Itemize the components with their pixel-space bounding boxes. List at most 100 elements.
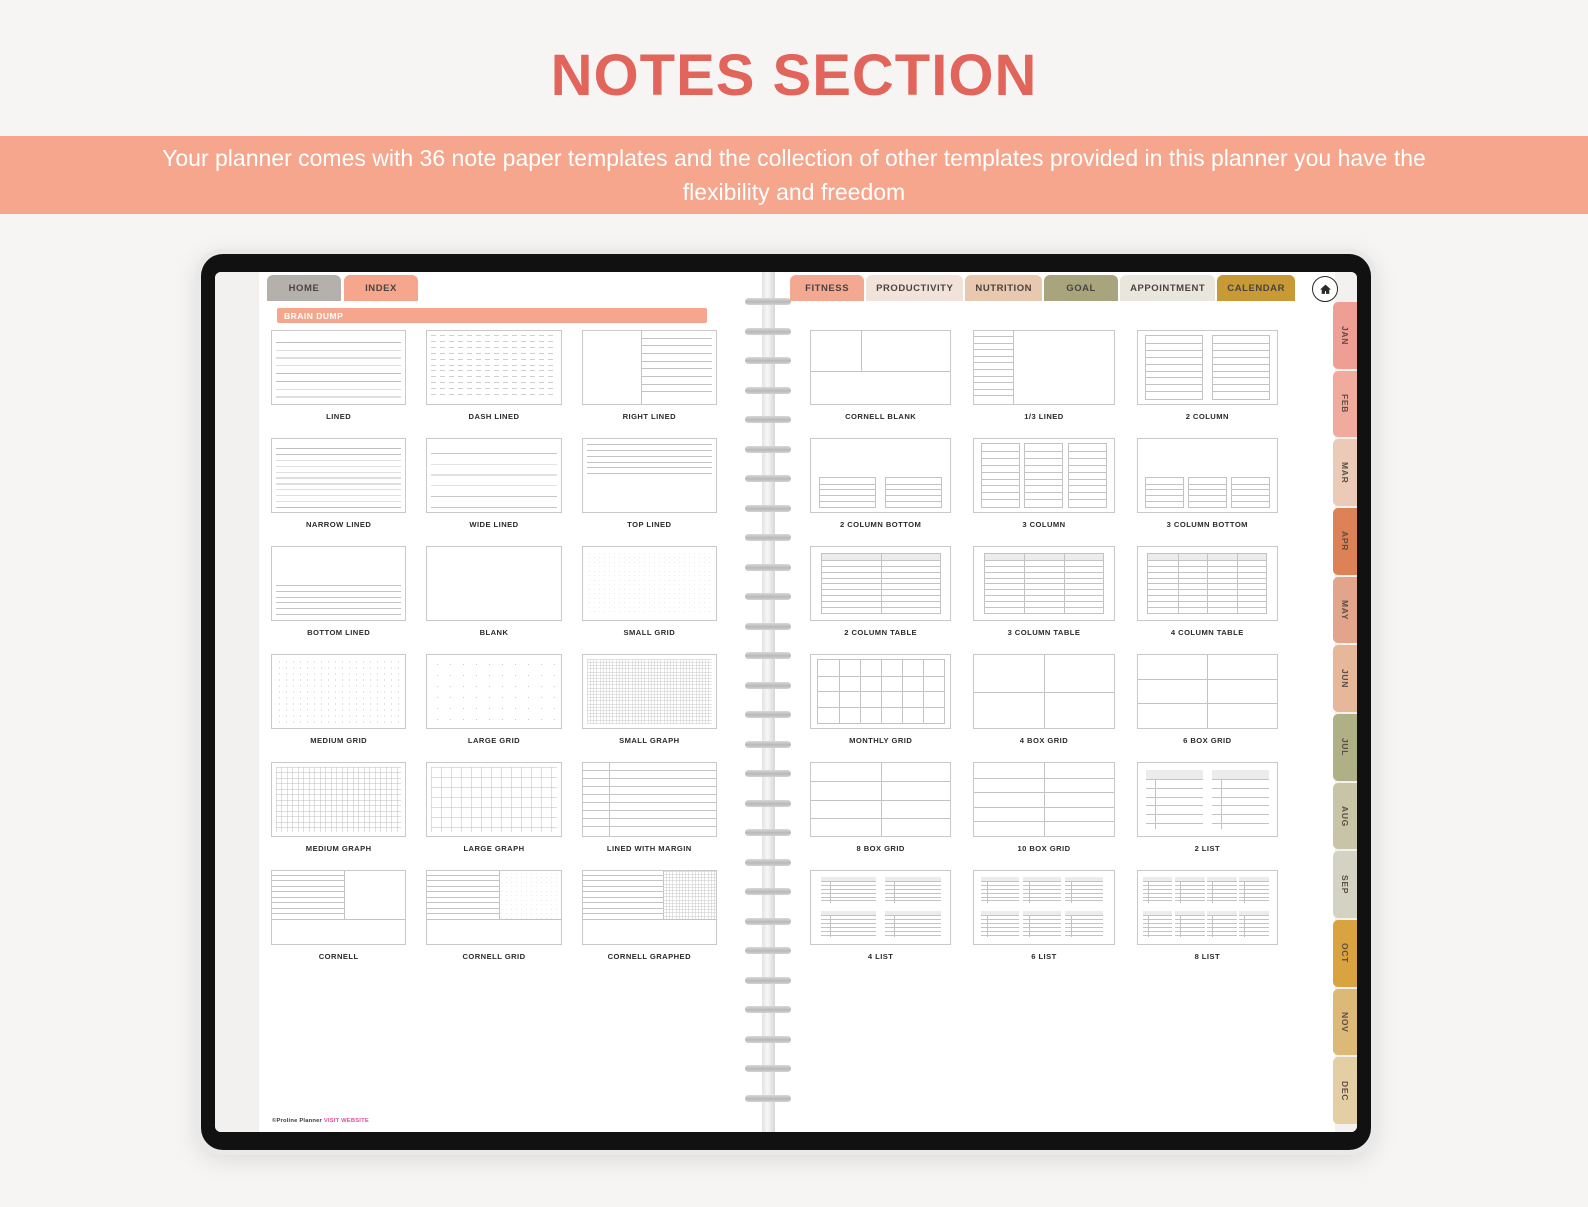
template-thumbnail-third-lined[interactable] (973, 330, 1115, 405)
template-thumbnail-narrow-lined[interactable] (271, 438, 407, 513)
template-cell[interactable]: RIGHT LINED (581, 330, 717, 421)
template-cell[interactable]: 6 LIST (973, 870, 1115, 961)
template-thumbnail-cornell-graphed[interactable] (581, 870, 717, 945)
template-thumbnail-list8[interactable] (1136, 870, 1278, 945)
tab-index[interactable]: INDEX (344, 275, 418, 301)
template-cell[interactable]: 3 COLUMN TABLE (973, 546, 1115, 637)
template-thumbnail-table4[interactable] (1136, 546, 1278, 621)
thumb-detail (1025, 478, 1063, 480)
template-cell[interactable]: CORNELL GRAPHED (581, 870, 717, 961)
template-cell[interactable]: 2 COLUMN (1136, 330, 1278, 421)
template-cell[interactable]: SMALL GRAPH (581, 654, 717, 745)
template-cell[interactable]: 3 COLUMN BOTTOM (1136, 438, 1278, 529)
thumb-detail (427, 885, 500, 887)
month-tab-apr[interactable]: APR (1333, 508, 1357, 575)
template-thumbnail-box8[interactable] (810, 762, 952, 837)
tab-nutrition[interactable]: NUTRITION (965, 275, 1043, 301)
template-cell[interactable]: LINED WITH MARGIN (581, 762, 717, 853)
template-thumbnail-col3-bottom[interactable] (1136, 438, 1278, 513)
template-cell[interactable]: BLANK (426, 546, 562, 637)
template-cell[interactable]: 4 COLUMN TABLE (1136, 546, 1278, 637)
template-cell[interactable]: 10 BOX GRID (973, 762, 1115, 853)
template-thumbnail-box6[interactable] (1136, 654, 1278, 729)
template-thumbnail-right-lined[interactable] (581, 330, 717, 405)
template-cell[interactable]: 4 BOX GRID (973, 654, 1115, 745)
template-cell[interactable]: NARROW LINED (271, 438, 407, 529)
tab-appointment[interactable]: APPOINTMENT (1120, 275, 1216, 301)
template-cell[interactable]: SMALL GRID (581, 546, 717, 637)
template-thumbnail-blank[interactable] (426, 546, 562, 621)
template-thumbnail-list2[interactable] (1136, 762, 1278, 837)
month-tab-mar[interactable]: MAR (1333, 439, 1357, 507)
template-thumbnail-col3[interactable] (973, 438, 1115, 513)
template-thumbnail-small-graph[interactable] (581, 654, 717, 729)
template-cell[interactable]: 2 COLUMN BOTTOM (810, 438, 952, 529)
month-tab-oct[interactable]: OCT (1333, 920, 1357, 987)
template-cell[interactable]: TOP LINED (581, 438, 717, 529)
tab-calendar[interactable]: CALENDAR (1217, 275, 1295, 301)
month-tab-jun[interactable]: JUN (1333, 645, 1357, 713)
template-thumbnail-box10[interactable] (973, 762, 1115, 837)
template-cell[interactable]: 2 LIST (1136, 762, 1278, 853)
template-thumbnail-cornell[interactable] (271, 870, 407, 945)
template-thumbnail-cornell-grid[interactable] (426, 870, 562, 945)
template-thumbnail-dash-lined[interactable] (426, 330, 562, 405)
month-tab-aug[interactable]: AUG (1333, 782, 1357, 850)
template-thumbnail-medium-grid[interactable] (271, 654, 407, 729)
template-cell[interactable]: MONTHLY GRID (810, 654, 952, 745)
template-cell[interactable]: CORNELL (271, 870, 407, 961)
template-thumbnail-table3[interactable] (973, 546, 1115, 621)
thumb-detail (276, 335, 402, 400)
tab-home[interactable]: HOME (267, 275, 341, 301)
template-thumbnail-large-graph[interactable] (426, 762, 562, 837)
template-cell[interactable]: BOTTOM LINED (271, 546, 407, 637)
template-thumbnail-list4[interactable] (810, 870, 952, 945)
template-cell[interactable]: 2 COLUMN TABLE (810, 546, 952, 637)
template-thumbnail-col2-bottom[interactable] (810, 438, 952, 513)
template-cell[interactable]: DASH LINED (426, 330, 562, 421)
footer-link[interactable]: VISIT WEBSITE (324, 1118, 369, 1124)
template-thumbnail-box4[interactable] (973, 654, 1115, 729)
month-tab-jan[interactable]: JAN (1333, 302, 1357, 369)
template-cell[interactable]: 4 LIST (810, 870, 952, 961)
template-cell[interactable]: CORNELL BLANK (810, 330, 952, 421)
month-tab-may[interactable]: MAY (1333, 576, 1357, 644)
template-thumbnail-lined[interactable] (271, 330, 407, 405)
template-cell[interactable]: MEDIUM GRID (271, 654, 407, 745)
template-thumbnail-large-grid[interactable] (426, 654, 562, 729)
template-cell[interactable]: LINED (271, 330, 407, 421)
template-cell[interactable]: WIDE LINED (426, 438, 562, 529)
template-cell[interactable]: CORNELL GRID (426, 870, 562, 961)
template-thumbnail-bottom-lined[interactable] (271, 546, 407, 621)
template-cell[interactable]: 6 BOX GRID (1136, 654, 1278, 745)
template-thumbnail-cornell-blank[interactable] (810, 330, 952, 405)
month-tab-dec[interactable]: DEC (1333, 1057, 1357, 1125)
template-cell[interactable]: 3 COLUMN (973, 438, 1115, 529)
template-cell[interactable]: 1/3 LINED (973, 330, 1115, 421)
template-thumbnail-table2[interactable] (810, 546, 952, 621)
template-cell[interactable]: 8 LIST (1136, 870, 1278, 961)
template-thumbnail-wide-lined[interactable] (426, 438, 562, 513)
template-thumbnail-medium-graph[interactable] (271, 762, 407, 837)
template-thumbnail-col2[interactable] (1136, 330, 1278, 405)
tab-fitness[interactable]: FITNESS (790, 275, 865, 301)
home-icon[interactable] (1312, 276, 1338, 302)
template-cell[interactable]: 8 BOX GRID (810, 762, 952, 853)
top-tabs-left[interactable]: HOME INDEX (267, 275, 418, 301)
template-thumbnail-small-grid[interactable] (581, 546, 717, 621)
template-thumbnail-top-lined[interactable] (581, 438, 717, 513)
tab-productivity[interactable]: PRODUCTIVITY (866, 275, 964, 301)
month-tab-jul[interactable]: JUL (1333, 714, 1357, 781)
template-thumbnail-monthly-grid[interactable] (810, 654, 952, 729)
template-thumbnail-list6[interactable] (973, 870, 1115, 945)
month-tab-sep[interactable]: SEP (1333, 851, 1357, 919)
tab-goal[interactable]: GOAL (1044, 275, 1119, 301)
template-cell[interactable]: LARGE GRAPH (426, 762, 562, 853)
template-thumbnail-lined-margin[interactable] (581, 762, 717, 837)
month-tab-feb[interactable]: FEB (1333, 370, 1357, 438)
top-tabs-right[interactable]: FITNESS PRODUCTIVITY NUTRITION GOAL APPOINTM… (790, 275, 1295, 301)
month-tabs[interactable]: JAN FEB MAR APR MAY JUN JUL AUG SEP OCT NOV DEC (1333, 302, 1357, 1126)
template-cell[interactable]: MEDIUM GRAPH (271, 762, 407, 853)
month-tab-nov[interactable]: NOV (1333, 988, 1357, 1056)
template-cell[interactable]: LARGE GRID (426, 654, 562, 745)
